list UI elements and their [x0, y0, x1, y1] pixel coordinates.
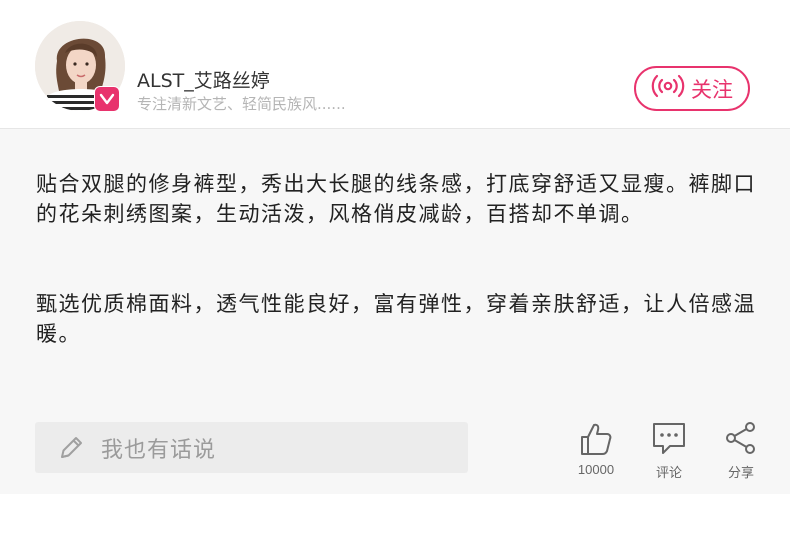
- like-button[interactable]: 10000: [566, 420, 626, 477]
- follow-label: 关注: [691, 77, 733, 102]
- page-bottom: [0, 494, 790, 547]
- post-content-area: 贴合双腿的修身裤型，秀出大长腿的线条感，打底穿舒适又显瘦。裤脚口的花朵刺绣图案，…: [0, 129, 790, 494]
- author-name[interactable]: ALST_艾路丝婷: [137, 66, 270, 93]
- comment-button[interactable]: 评论: [639, 420, 699, 481]
- share-icon: [711, 420, 771, 460]
- author-header: ALST_艾路丝婷 专注清新文艺、轻简民族风...... 关注: [0, 0, 790, 128]
- share-button[interactable]: 分享: [711, 420, 771, 481]
- broadcast-icon: [651, 74, 685, 103]
- author-description: 专注清新文艺、轻简民族风......: [137, 95, 346, 113]
- pencil-icon: [57, 434, 85, 462]
- post-paragraph: 贴合双腿的修身裤型，秀出大长腿的线条感，打底穿舒适又显瘦。裤脚口的花朵刺绣图案，…: [36, 172, 756, 226]
- thumbs-up-icon: [566, 420, 626, 460]
- comment-bubble-icon: [639, 420, 699, 460]
- follow-button[interactable]: 关注: [634, 66, 750, 111]
- comment-placeholder: 我也有话说: [101, 437, 217, 463]
- verified-badge-icon: [94, 86, 120, 112]
- like-count: 10000: [577, 462, 615, 477]
- post-paragraph: 甄选优质棉面料，透气性能良好，富有弹性，穿着亲肤舒适，让人倍感温暖。: [36, 292, 756, 346]
- comment-label: 评论: [655, 465, 682, 480]
- share-label: 分享: [727, 465, 754, 480]
- comment-input[interactable]: 我也有话说: [35, 422, 468, 473]
